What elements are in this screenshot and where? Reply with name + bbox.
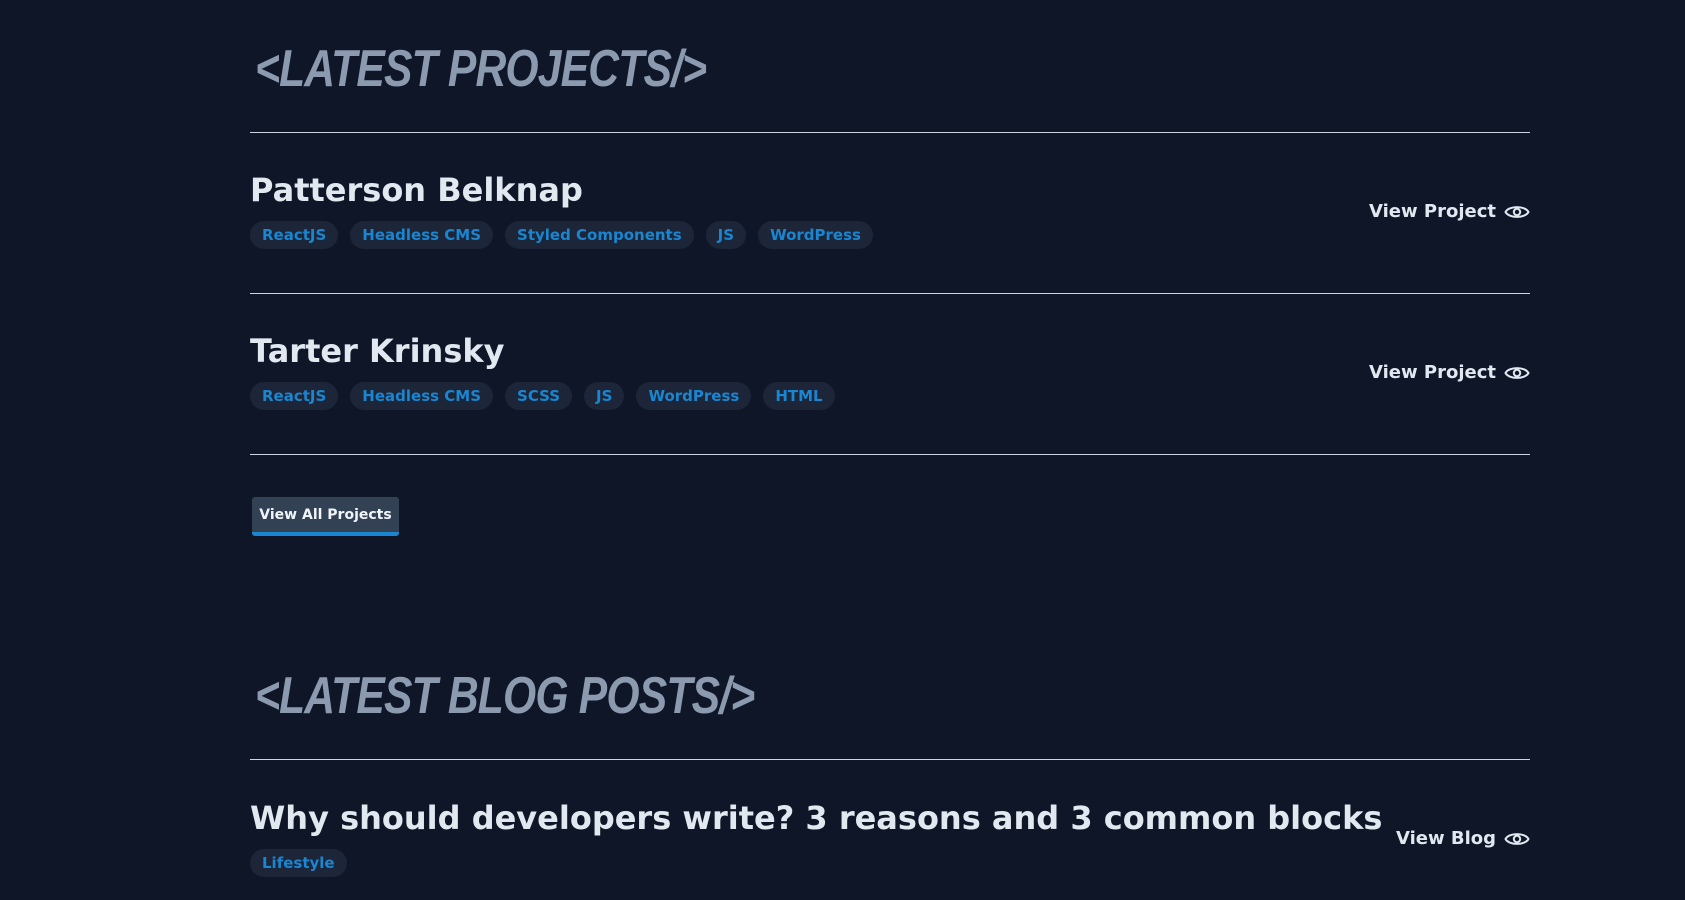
tag: SCSS bbox=[505, 382, 573, 410]
tag: JS bbox=[584, 382, 625, 410]
view-blog-label: View Blog bbox=[1395, 828, 1496, 849]
divider bbox=[250, 132, 1530, 133]
tag: Headless CMS bbox=[350, 221, 494, 249]
project-title: Patterson Belknap bbox=[250, 171, 583, 209]
project-row: Patterson Belknap ReactJS Headless CMS S… bbox=[250, 174, 1530, 249]
project-title: Tarter Krinsky bbox=[250, 332, 505, 370]
tag: Headless CMS bbox=[350, 382, 494, 410]
blog-title: Why should developers write? 3 reasons a… bbox=[250, 799, 1383, 837]
tag: Lifestyle bbox=[250, 849, 347, 877]
view-project-label: View Project bbox=[1369, 201, 1496, 222]
tag: JS bbox=[705, 221, 747, 249]
view-blog-link[interactable]: View Blog bbox=[1396, 828, 1530, 849]
divider bbox=[250, 759, 1530, 760]
blog-row: Why should developers write? 3 reasons a… bbox=[250, 802, 1530, 877]
tag-list: ReactJS Headless CMS Styled Components J… bbox=[250, 221, 1530, 249]
tag: WordPress bbox=[636, 382, 752, 410]
blog-section-title: <LATEST BLOG POSTS/> bbox=[255, 667, 755, 725]
tag: ReactJS bbox=[250, 221, 339, 249]
project-row: Tarter Krinsky ReactJS Headless CMS SCSS… bbox=[250, 335, 1530, 410]
eye-icon bbox=[1504, 366, 1530, 379]
eye-icon bbox=[1504, 205, 1530, 218]
view-project-label: View Project bbox=[1369, 362, 1496, 383]
projects-section-title: <LATEST PROJECTS/> bbox=[255, 40, 707, 98]
tag-list: ReactJS Headless CMS SCSS JS WordPress H… bbox=[250, 382, 1530, 410]
eye-icon bbox=[1504, 832, 1530, 845]
tag: ReactJS bbox=[250, 382, 339, 410]
view-project-link[interactable]: View Project bbox=[1369, 201, 1530, 222]
tag: HTML bbox=[763, 382, 835, 410]
tag-list: Lifestyle bbox=[250, 849, 1530, 877]
divider bbox=[250, 454, 1530, 455]
view-all-projects-button[interactable]: View All Projects bbox=[252, 497, 399, 536]
divider bbox=[250, 293, 1530, 294]
tag: Styled Components bbox=[505, 221, 694, 249]
tag: WordPress bbox=[758, 221, 873, 249]
view-project-link[interactable]: View Project bbox=[1369, 362, 1530, 383]
